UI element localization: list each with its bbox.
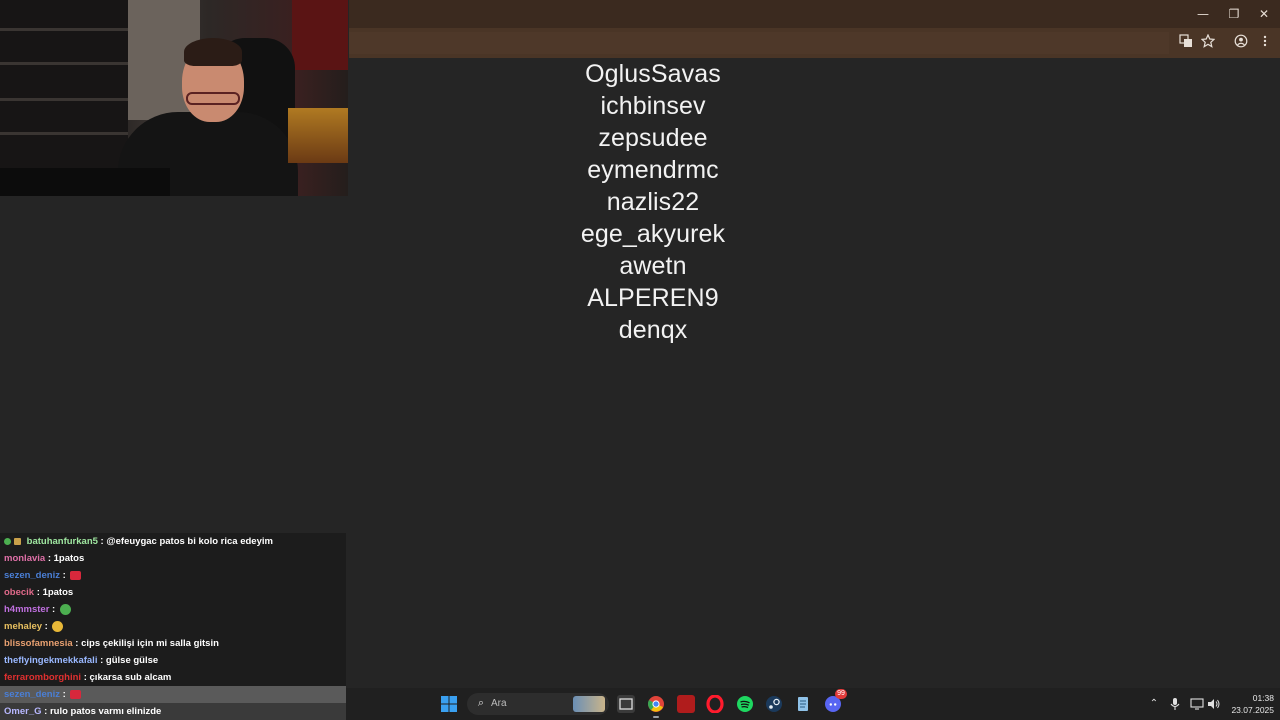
heart-emote-icon: [70, 689, 82, 699]
microphone-icon[interactable]: [1168, 697, 1182, 711]
chat-message: h4mmster :: [4, 601, 71, 618]
chat-message: batuhanfurkan5 : @efeuygac patos bi kolo…: [4, 533, 273, 550]
chat-text: çıkarsa sub alcam: [89, 672, 172, 683]
clock-time: 01:38: [1252, 693, 1274, 703]
voice-app-icon[interactable]: [677, 695, 695, 713]
search-icon: ⌕: [477, 696, 485, 709]
name-item: ALPEREN9: [587, 284, 719, 312]
winner-name-list: OglusSavas ichbinsev zepsudee eymendrmc …: [540, 58, 766, 346]
screen: — ❐ ✕ OglusSavas ichbinsev zepsudee eyme…: [0, 0, 1280, 720]
chat-message: sezen_deniz :: [4, 686, 82, 703]
chat-username[interactable]: blissofamnesia: [4, 638, 73, 649]
chat-message: obecik : 1patos: [4, 587, 74, 598]
name-item: zepsudee: [598, 124, 708, 152]
search-placeholder: Ara: [491, 698, 507, 709]
chat-username[interactable]: Omer_G: [4, 706, 42, 717]
heart-emote-icon: [70, 570, 82, 580]
chat-text: 1patos: [53, 553, 85, 564]
clock-date: 23.07.2025: [1231, 705, 1274, 715]
chat-message: blissofamnesia : cips çekilişi için mi s…: [4, 638, 219, 649]
green-emote-icon: [59, 603, 71, 615]
name-item: nazlis22: [606, 188, 700, 216]
name-item: ichbinsev: [600, 92, 706, 120]
translate-icon[interactable]: [1177, 34, 1195, 52]
taskbar-search-box[interactable]: ⌕ Ara: [467, 693, 609, 715]
spotify-icon[interactable]: [736, 695, 754, 713]
chat-username[interactable]: sezen_deniz: [4, 689, 60, 700]
name-item: denqx: [618, 316, 688, 344]
search-highlight-image: [573, 696, 605, 712]
taskbar-clock[interactable]: 01:38 23.07.2025: [1222, 692, 1274, 716]
chat-username[interactable]: ferraromborghini: [4, 672, 81, 683]
menu-dots-icon[interactable]: [1256, 34, 1274, 52]
chat-username[interactable]: theflyingekmekkafali: [4, 655, 97, 666]
webcam-person-hair: [184, 38, 242, 66]
subscriber-badge-icon: [14, 537, 21, 545]
webcam-desk: [0, 168, 170, 196]
minimize-button[interactable]: —: [1188, 3, 1218, 25]
windows-taskbar: ⌕ Ara 99 ⌃ 01:38 23.07.2025: [346, 688, 1280, 720]
profile-icon[interactable]: [1232, 34, 1250, 52]
name-item: ege_akyurek: [580, 220, 726, 248]
chrome-icon[interactable]: [647, 695, 665, 713]
chat-username[interactable]: monlavia: [4, 553, 45, 564]
webcam-overlay: [0, 0, 348, 196]
close-button[interactable]: ✕: [1249, 3, 1279, 25]
name-item: awetn: [619, 252, 687, 280]
chat-text: rulo patos varmı elinizde: [49, 706, 162, 717]
browser-titlebar: — ❐ ✕: [349, 0, 1280, 28]
name-item: OglusSavas: [585, 60, 721, 88]
smiley-emote-icon: [52, 620, 64, 632]
chat-message: ferraromborghini : çıkarsa sub alcam: [4, 672, 172, 683]
chat-text: gülse gülse: [105, 655, 159, 666]
notepad-icon[interactable]: [794, 695, 812, 713]
webcam-snack-boxes: [288, 108, 348, 163]
restore-button[interactable]: ❐: [1219, 3, 1249, 25]
chat-message: mehaley :: [4, 618, 64, 635]
browser-toolbar: [349, 28, 1280, 58]
chat-username[interactable]: mehaley: [4, 621, 42, 632]
online-badge-icon: [4, 537, 11, 545]
address-bar[interactable]: [349, 32, 1169, 54]
chat-overlay: batuhanfurkan5 : @efeuygac patos bi kolo…: [0, 533, 346, 720]
discord-notification-badge: 99: [835, 689, 847, 699]
chat-message: monlavia : 1patos: [4, 553, 85, 564]
windows-start-icon[interactable]: [440, 695, 458, 713]
discord-icon[interactable]: 99: [824, 689, 847, 713]
chat-username[interactable]: h4mmster: [4, 604, 49, 615]
chrome-active-indicator: [653, 716, 659, 718]
name-item: eymendrmc: [587, 156, 719, 184]
webcam-shelf: [0, 0, 128, 196]
network-icon[interactable]: [1190, 697, 1204, 711]
chat-username[interactable]: obecik: [4, 587, 34, 598]
chat-text: 1patos: [42, 587, 74, 598]
chat-message: theflyingekmekkafali : gülse gülse: [4, 655, 159, 666]
opera-icon[interactable]: [706, 694, 724, 714]
task-view-icon[interactable]: [617, 695, 635, 713]
webcam-poster: [292, 0, 348, 70]
tray-chevron-icon[interactable]: ⌃: [1147, 697, 1161, 711]
bookmark-star-icon[interactable]: [1199, 33, 1217, 52]
chat-message: sezen_deniz :: [4, 567, 82, 584]
chat-message: Omer_G : rulo patos varmı elinizde: [4, 706, 162, 717]
chat-text: cips çekilişi için mi salla gitsin: [81, 638, 219, 649]
steam-icon[interactable]: [765, 695, 783, 713]
chat-username[interactable]: batuhanfurkan5: [27, 536, 98, 547]
volume-icon[interactable]: [1207, 697, 1221, 711]
webcam-person-glasses: [186, 92, 240, 105]
chat-username[interactable]: sezen_deniz: [4, 570, 60, 581]
chat-text: @efeuygac patos bi kolo rica edeyim: [106, 536, 273, 547]
